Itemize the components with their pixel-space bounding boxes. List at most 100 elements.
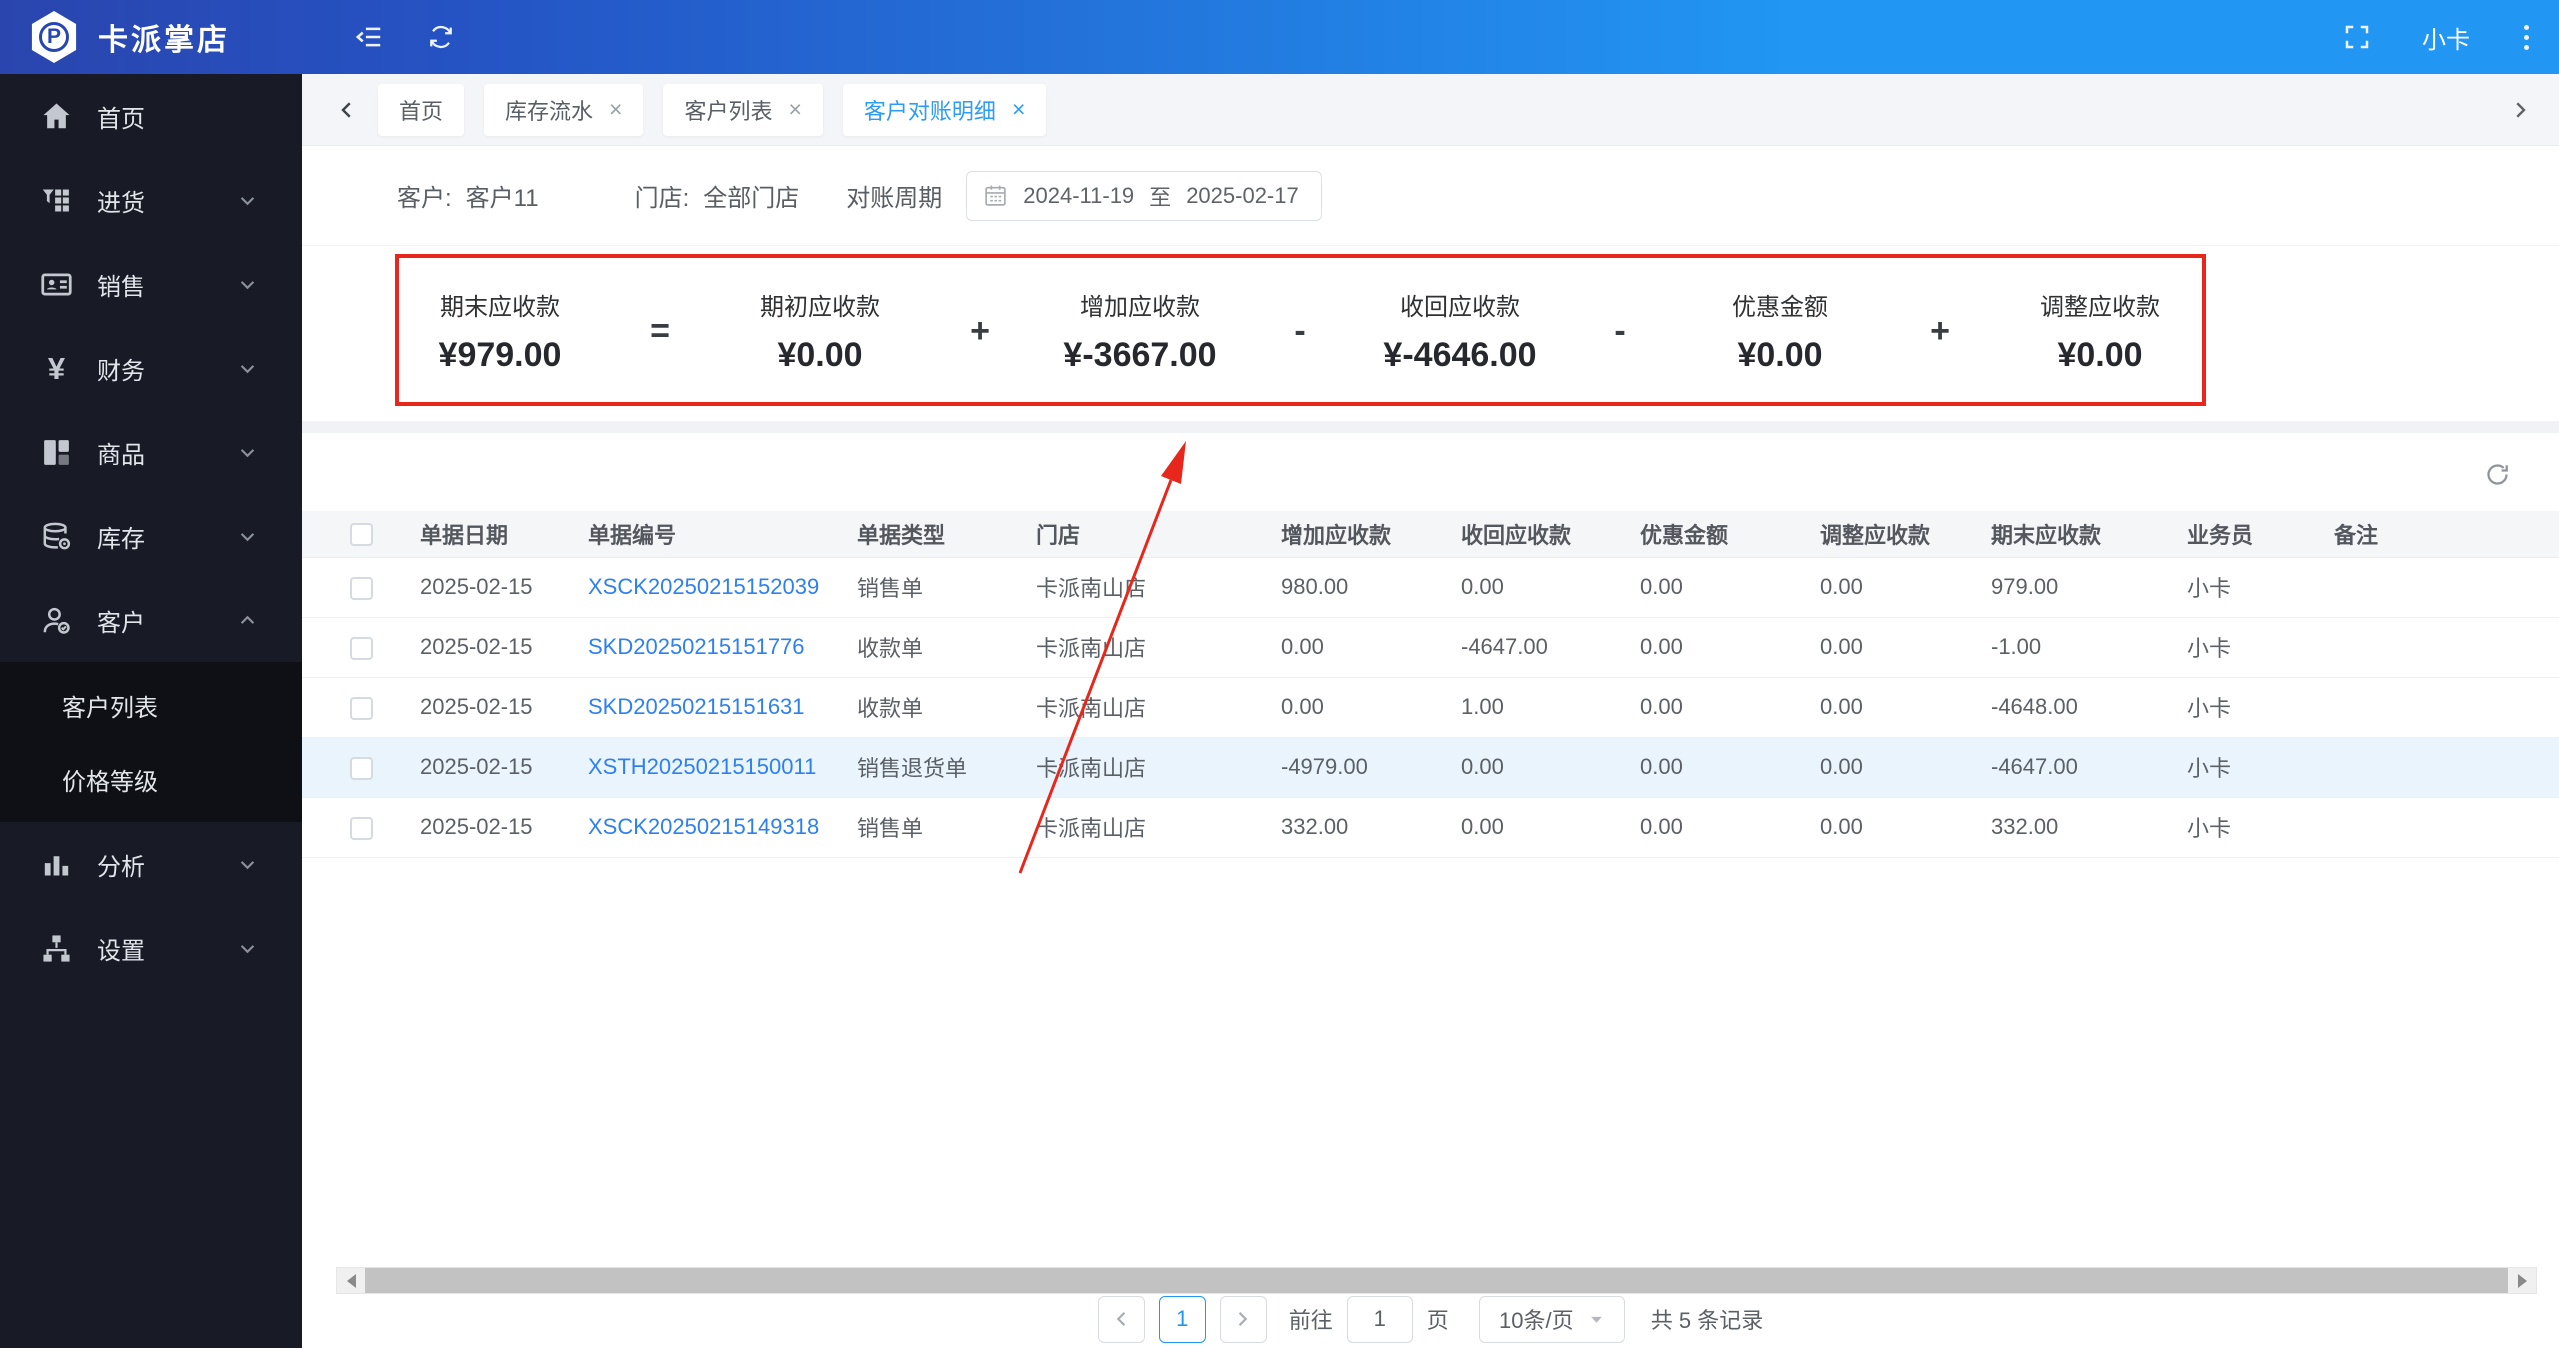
analysis-icon <box>40 848 73 881</box>
chevron-down-icon <box>237 938 258 959</box>
page-size-select[interactable]: 10条/页 <box>1478 1295 1625 1343</box>
summary-stat-2: 增加应收款 ¥-3667.00 <box>1060 266 1220 396</box>
fullscreen-icon[interactable] <box>2342 22 2372 52</box>
summary-stat-0: 期末应收款 ¥979.00 <box>420 266 580 396</box>
home-icon <box>40 100 73 133</box>
sidebar-menu: 首页进货 销售 ¥ 财务商品库存 客户 客户列表 价格等级分析设置 <box>0 74 302 990</box>
cell-final-receivable: -4648.00 <box>1991 694 2078 719</box>
main-content: 首页 库存流水 × 客户列表 × 客户对账明细 × 客户: 客户11 门店: 全部门店 对账… <box>302 74 2559 1348</box>
sidebar-item-label: 分析 <box>97 853 145 881</box>
tab-label: 库存流水 <box>505 98 594 124</box>
cell-salesman: 小卡 <box>2187 636 2232 661</box>
column-header-type: 单据类型 <box>857 511 1036 558</box>
tab-close-icon[interactable]: × <box>609 98 622 121</box>
cell-received: 0.00 <box>1461 754 1504 779</box>
cell-date: 2025-02-15 <box>420 694 533 719</box>
sidebar-item-purchase[interactable]: 进货 <box>0 158 302 242</box>
page-size-value: 10条/页 <box>1498 1308 1574 1333</box>
row-checkbox[interactable] <box>349 756 373 780</box>
column-header-remark: 备注 <box>2334 511 2559 558</box>
tabs-scroll-left-icon[interactable] <box>334 98 358 122</box>
cell-number[interactable]: XSCK20250215152039 <box>588 574 819 599</box>
summary-operator: - <box>1294 311 1306 350</box>
tab-home[interactable]: 首页 <box>378 83 465 136</box>
sidebar-item-sales[interactable]: 销售 <box>0 242 302 326</box>
summary-operator: + <box>1930 311 1950 350</box>
cell-final-receivable: 332.00 <box>1991 814 2059 839</box>
horizontal-scrollbar <box>336 1267 2537 1294</box>
sidebar-item-label: 商品 <box>97 441 145 469</box>
cell-final-receivable: -4647.00 <box>1991 754 2078 779</box>
cell-type: 收款单 <box>857 636 924 661</box>
summary-stat-3: 收回应收款 ¥-4646.00 <box>1380 266 1540 396</box>
tab-close-icon[interactable]: × <box>788 98 801 121</box>
sidebar-item-label: 首页 <box>97 105 145 133</box>
column-header-add-receivable: 增加应收款 <box>1281 511 1461 558</box>
cell-store: 卡派南山店 <box>1036 576 1147 601</box>
cell-number[interactable]: XSTH20250215150011 <box>588 754 816 779</box>
cell-store: 卡派南山店 <box>1036 756 1147 781</box>
select-all-checkbox[interactable] <box>349 523 373 547</box>
summary-operator: + <box>970 311 990 350</box>
goto-page-input[interactable] <box>1346 1295 1413 1343</box>
sidebar-item-goods[interactable]: 商品 <box>0 410 302 494</box>
kebab-menu-icon[interactable] <box>2520 21 2533 54</box>
table-row: 2025-02-15 XSTH20250215150011 销售退货单 卡派南山店 -4… <box>302 737 2559 798</box>
column-header-salesman: 业务员 <box>2187 511 2334 558</box>
summary-stat-5: 调整应收款 ¥0.00 <box>2020 266 2180 396</box>
scrollbar-thumb[interactable] <box>365 1268 2508 1293</box>
sidebar-subitem-price-level[interactable]: 价格等级 <box>0 742 302 816</box>
current-page-button[interactable]: 1 <box>1158 1295 1206 1343</box>
filter-bar: 客户: 客户11 门店: 全部门店 对账周期 2024-11-19 至 2025… <box>302 146 2559 246</box>
next-page-button[interactable] <box>1219 1295 1267 1343</box>
summary-stat-4: 优惠金额 ¥0.00 <box>1700 266 1860 396</box>
goto-label: 前往 <box>1288 1308 1333 1333</box>
prev-page-button[interactable] <box>1097 1295 1145 1343</box>
row-checkbox[interactable] <box>349 636 373 660</box>
settings-icon <box>40 932 73 965</box>
summary-stat-label: 增加应收款 <box>1080 294 1200 321</box>
cell-number[interactable]: SKD20250215151631 <box>588 694 805 719</box>
column-header-store: 门店 <box>1036 511 1281 558</box>
date-start: 2024-11-19 <box>1023 182 1135 208</box>
refresh-icon[interactable] <box>426 22 456 52</box>
scroll-left-arrow[interactable] <box>337 1268 365 1293</box>
cell-number[interactable]: XSCK20250215149318 <box>588 814 819 839</box>
row-checkbox-cell <box>302 557 420 618</box>
sidebar-item-finance[interactable]: ¥ 财务 <box>0 326 302 410</box>
tab-customer-statement[interactable]: 客户对账明细 × <box>842 83 1047 136</box>
cell-number[interactable]: SKD20250215151776 <box>588 634 805 659</box>
cell-add-receivable: 0.00 <box>1281 634 1324 659</box>
sidebar-item-home[interactable]: 首页 <box>0 74 302 158</box>
table-refresh-icon[interactable] <box>2484 461 2511 488</box>
date-range-picker[interactable]: 2024-11-19 至 2025-02-17 <box>966 170 1323 221</box>
cell-type: 销售单 <box>857 576 924 601</box>
user-menu[interactable]: 小卡 <box>2422 20 2470 55</box>
cell-received: 0.00 <box>1461 574 1504 599</box>
sidebar-item-settings[interactable]: 设置 <box>0 906 302 990</box>
app-title: 卡派掌店 <box>98 24 230 57</box>
row-checkbox[interactable] <box>349 576 373 600</box>
row-checkbox[interactable] <box>349 696 373 720</box>
sidebar-item-customer[interactable]: 客户 <box>0 578 302 662</box>
column-header-adjust: 调整应收款 <box>1820 511 1991 558</box>
cell-type: 收款单 <box>857 696 924 721</box>
sidebar-item-analysis[interactable]: 分析 <box>0 822 302 906</box>
table-row: 2025-02-15 SKD20250215151776 收款单 卡派南山店 0.00 -… <box>302 617 2559 678</box>
summary-stat-label: 优惠金额 <box>1732 294 1828 321</box>
sidebar-subitem-customer-list[interactable]: 客户列表 <box>0 668 302 742</box>
summary-equation: 期末应收款 ¥979.00 = 期初应收款 ¥0.00 + 增加应收款 ¥-3667.00 - 收… <box>420 266 2180 396</box>
tab-inventory-flow[interactable]: 库存流水 × <box>484 83 644 136</box>
date-end: 2025-02-17 <box>1186 182 1299 208</box>
tab-customer-list[interactable]: 客户列表 × <box>663 83 823 136</box>
tab-close-icon[interactable]: × <box>1012 98 1025 121</box>
tabs-scroll-right-icon[interactable] <box>2509 98 2533 122</box>
sidebar-submenu: 客户列表 价格等级 <box>0 662 302 822</box>
menu-fold-icon[interactable] <box>354 22 384 52</box>
sidebar-item-inventory[interactable]: 库存 <box>0 494 302 578</box>
cell-adjust: 0.00 <box>1820 814 1863 839</box>
scroll-right-arrow[interactable] <box>2508 1268 2536 1293</box>
row-checkbox-cell <box>302 737 420 798</box>
cell-type: 销售退货单 <box>857 756 968 781</box>
row-checkbox[interactable] <box>349 816 373 840</box>
